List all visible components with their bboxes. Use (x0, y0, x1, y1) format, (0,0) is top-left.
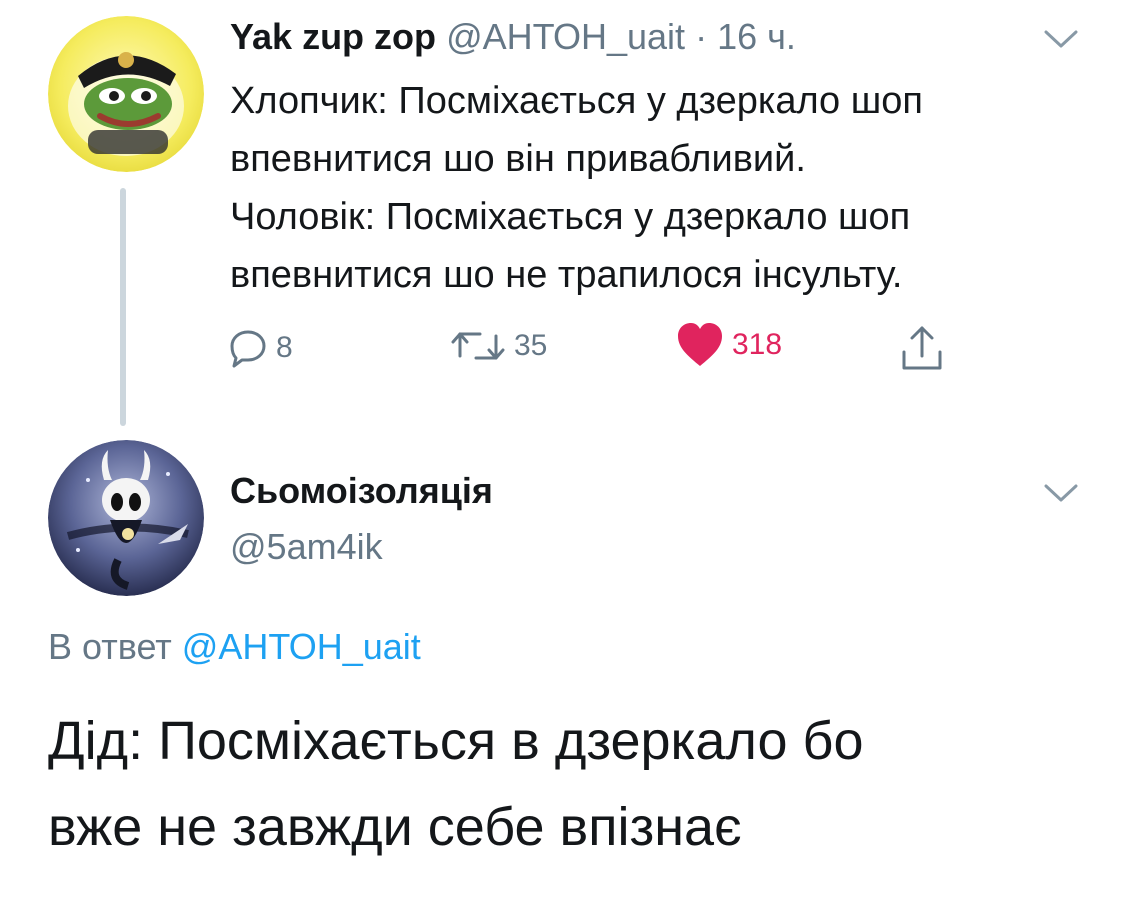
avatar-pepe-frog-icon[interactable] (48, 16, 204, 172)
reply-count: 8 (276, 331, 293, 364)
reply-text-line: вже не завжди себе впізнає (48, 797, 742, 857)
retweet-button[interactable]: 35 (450, 326, 547, 366)
reply-button[interactable]: 8 (228, 328, 293, 368)
reply-author-handle[interactable]: @5am4ik (230, 522, 383, 572)
tweet-text-line: впевнитися шо не трапилося інсульту. (230, 254, 903, 296)
heart-filled-icon (678, 323, 722, 366)
tweet-text-line: Хлопчик: Посміхається у дзеркало шоп (230, 80, 923, 122)
chevron-down-icon[interactable] (1044, 482, 1078, 504)
retweet-count: 35 (514, 329, 548, 362)
retweet-icon (451, 332, 505, 360)
reply-text-line: Дід: Посміхається в дзеркало бо (48, 711, 864, 771)
share-icon (902, 326, 942, 370)
like-button[interactable]: 318 (676, 322, 782, 368)
in-reply-prefix: В ответ (48, 626, 172, 667)
tweet-timestamp[interactable]: 16 ч. (717, 16, 796, 57)
tweet-text-line: впевнитися шо він привабливий. (230, 138, 806, 180)
header-separator: · (695, 16, 708, 57)
share-button[interactable] (898, 322, 946, 374)
tweet-text: Хлопчик: Посміхається у дзеркало шоп впе… (230, 72, 1090, 304)
reply-icon (230, 330, 266, 368)
tweet-header: Yak zup zop @АНТОН_uait · 16 ч. (230, 12, 796, 62)
chevron-down-icon[interactable] (1044, 28, 1078, 50)
author-handle[interactable]: @АНТОН_uait (446, 16, 685, 57)
reply-author-display-name[interactable]: Сьомоізоляція (230, 466, 493, 516)
thread-line (120, 188, 126, 426)
in-reply-to: В ответ @АНТОН_uait (48, 622, 421, 672)
tweet-text-line: Чоловік: Посміхається у дзеркало шоп (230, 196, 911, 238)
avatar-hollow-knight-icon[interactable] (48, 440, 204, 596)
reply-tweet-text: Дід: Посміхається в дзеркало бо вже не з… (48, 698, 1088, 870)
author-display-name[interactable]: Yak zup zop (230, 16, 436, 57)
like-count: 318 (732, 328, 783, 361)
in-reply-mention-link[interactable]: @АНТОН_uait (182, 626, 421, 667)
